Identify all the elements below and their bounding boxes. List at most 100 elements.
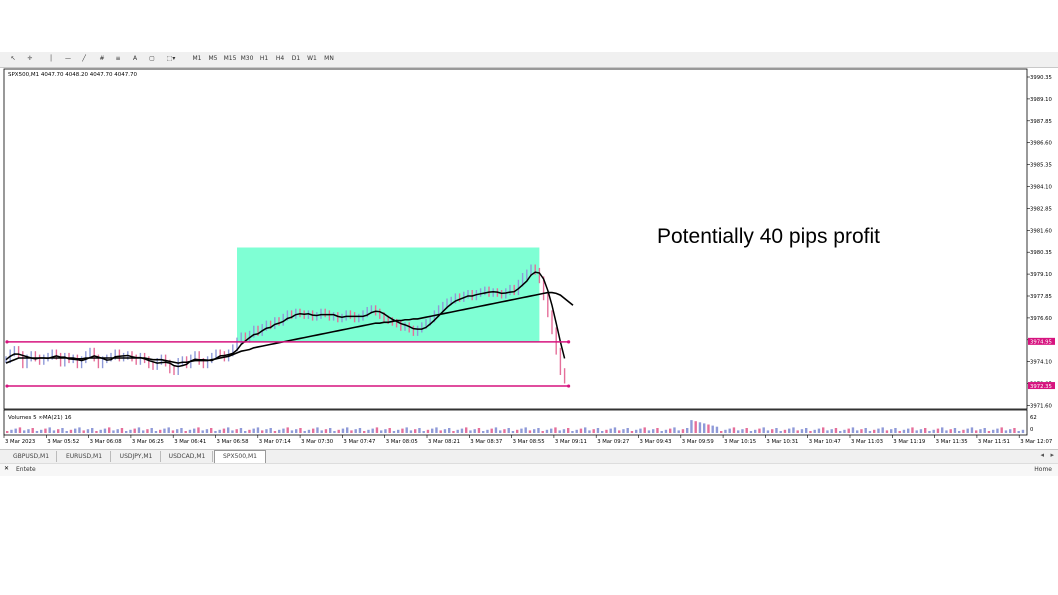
volume-bar: [460, 428, 464, 433]
time-axis: 3 Mar 2023 3 Mar 05:52 3 Mar 06:08 3 Mar 06…: [3, 435, 1052, 445]
volume-bar: [494, 427, 498, 433]
volume-bar: [987, 431, 991, 433]
level-anchor-right[interactable]: [567, 384, 571, 388]
volume-bar: [401, 428, 404, 433]
volume-bar: [320, 430, 323, 433]
tab-scroll-left-icon[interactable]: ◂: [1040, 451, 1044, 459]
volume-tick-label: 0: [1030, 427, 1034, 433]
time-tick-label: 3 Mar 10:31: [766, 439, 798, 445]
volume-bar: [384, 429, 387, 433]
volume-bar: [154, 431, 158, 433]
volume-bar: [894, 428, 897, 433]
volume-bar: [792, 427, 795, 433]
volume-bar: [554, 427, 557, 433]
time-tick-label: 3 Mar 06:08: [90, 439, 123, 445]
volume-bar: [618, 430, 621, 433]
volume-bar: [826, 430, 829, 433]
tab-gbpusd[interactable]: GBPUSD,M1: [6, 451, 57, 462]
volume-bar: [61, 428, 64, 433]
price-badge-label: 3974.95: [1030, 340, 1052, 346]
volume-bar: [422, 431, 425, 433]
volume-bar: [371, 428, 374, 433]
volume-bar: [533, 429, 536, 433]
level-anchor-left[interactable]: [5, 340, 9, 344]
volume-bar: [686, 428, 689, 433]
volume-bar: [278, 429, 281, 433]
volume-bar: [596, 428, 600, 433]
volume-bar: [133, 428, 136, 433]
volume-bar: [809, 431, 812, 433]
volume-bar: [868, 431, 872, 433]
volume-bar: [218, 429, 221, 433]
volume-bar: [116, 429, 119, 433]
volume-bar: [983, 428, 986, 433]
volume-bar: [439, 430, 442, 433]
volume-bar: [231, 430, 234, 433]
volume-bar: [380, 430, 383, 433]
volume-bar: [299, 428, 302, 433]
volume-bar: [992, 429, 995, 433]
time-tick-label: 3 Mar 05:52: [47, 439, 79, 445]
volume-bar: [783, 429, 787, 433]
level-anchor-left[interactable]: [5, 384, 9, 388]
volume-bar: [924, 428, 927, 433]
time-tick-label: 3 Mar 11:19: [893, 439, 925, 445]
volume-bar: [728, 428, 731, 433]
time-tick-label: 3 Mar 08:55: [513, 439, 545, 445]
volume-bar: [388, 428, 391, 433]
tab-spx500[interactable]: SPX500,M1: [214, 450, 266, 463]
time-tick-label: 3 Mar 09:27: [597, 439, 629, 445]
volume-bar: [358, 428, 362, 433]
tab-usdjpy[interactable]: USDJPY,M1: [112, 451, 161, 462]
volume-bar: [329, 428, 332, 433]
volume-bar: [796, 430, 799, 433]
volume-bar: [443, 429, 447, 433]
volume-bar: [171, 430, 175, 433]
volume-bar: [482, 431, 485, 433]
tab-usdcad[interactable]: USDCAD,M1: [162, 451, 213, 462]
volume-bar: [354, 429, 357, 433]
volume-bar: [579, 428, 583, 433]
volume-bar: [520, 428, 523, 433]
volume-bar: [643, 427, 646, 433]
volume-bar: [545, 429, 549, 433]
level-anchor-right[interactable]: [567, 340, 571, 344]
time-tick-label: 3 Mar 06:25: [132, 439, 164, 445]
volume-bar: [771, 429, 774, 433]
volume-bar: [588, 430, 591, 433]
price-tick-label: 3986.60: [1030, 141, 1053, 147]
volume-bar: [95, 431, 98, 433]
time-tick-label: 3 Mar 06:41: [174, 439, 206, 445]
volume-bar: [639, 428, 642, 433]
volume-bar: [193, 428, 196, 433]
price-tick-label: 3979.10: [1030, 272, 1053, 278]
time-tick-label: 3 Mar 08:37: [470, 439, 502, 445]
tab-eurusd[interactable]: EURUSD,M1: [58, 451, 111, 462]
volume-bar: [958, 431, 961, 433]
volume-bar: [856, 430, 859, 433]
volume-bar: [745, 428, 748, 433]
close-icon[interactable]: ✕: [4, 465, 9, 472]
volume-bar: [724, 429, 727, 433]
volume-bar: [214, 431, 217, 433]
volume-bar: [499, 430, 502, 433]
volume-bar: [822, 427, 825, 433]
volume-bar: [180, 428, 183, 433]
volume-bar: [507, 428, 510, 433]
volume-bar: [477, 428, 481, 433]
volume-bar: [137, 427, 141, 433]
volume-bar: [503, 429, 506, 433]
price-badge-label: 3972.35: [1030, 384, 1052, 390]
tab-scroll-right-icon[interactable]: ▸: [1050, 451, 1054, 459]
volume-bar: [6, 431, 9, 433]
volume-bar: [754, 429, 757, 433]
volume-bar: [652, 429, 655, 433]
price-tick-label: 3989.10: [1030, 97, 1053, 103]
volume-bar: [707, 424, 710, 433]
volume-bar: [452, 431, 455, 433]
volume-bar: [201, 430, 204, 433]
volume-bar: [210, 428, 213, 433]
price-tick-label: 3982.85: [1030, 206, 1052, 212]
volume-bar: [18, 427, 22, 433]
volume-bar: [919, 429, 923, 433]
